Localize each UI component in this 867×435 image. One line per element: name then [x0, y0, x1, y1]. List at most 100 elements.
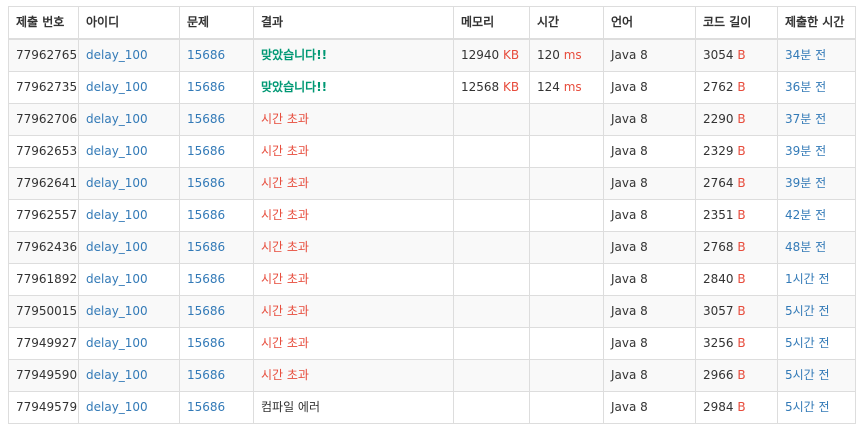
memory-unit: KB [503, 48, 520, 62]
problem-link[interactable]: 15686 [187, 176, 225, 190]
user-link[interactable]: delay_100 [86, 176, 148, 190]
solution-id: 77962557 [16, 208, 78, 222]
memory-cell [453, 295, 530, 328]
problem-link[interactable]: 15686 [187, 208, 225, 222]
language-cell: Java 8 [603, 167, 696, 200]
code-length-cell: 2764 B [695, 167, 778, 200]
problem-link[interactable]: 15686 [187, 368, 225, 382]
header-problem: 문제 [179, 6, 254, 40]
user-link[interactable]: delay_100 [86, 80, 148, 94]
solution-id: 77962436 [16, 240, 78, 254]
problem-link[interactable]: 15686 [187, 144, 225, 158]
submitted-time-link[interactable]: 48분 전 [785, 240, 826, 254]
result-cell: 시간 초과 [253, 199, 454, 232]
code-length-cell: 2762 B [695, 71, 778, 104]
submitted-time-link[interactable]: 42분 전 [785, 208, 826, 222]
user-cell: delay_100 [78, 391, 180, 424]
submitted-cell: 5시간 전 [777, 295, 856, 328]
language-text: Java 8 [611, 336, 648, 350]
user-link[interactable]: delay_100 [86, 112, 148, 126]
code-length-cell: 2768 B [695, 231, 778, 264]
language-cell: Java 8 [603, 391, 696, 424]
user-link[interactable]: delay_100 [86, 336, 148, 350]
submitted-time-link[interactable]: 5시간 전 [785, 304, 830, 318]
submitted-time-link[interactable]: 39분 전 [785, 176, 826, 190]
header-user: 아이디 [78, 6, 180, 40]
result-text: 시간 초과 [261, 176, 309, 190]
time-unit: ms [563, 48, 582, 62]
solution-id: 77962641 [16, 176, 78, 190]
code-length-unit: B [737, 80, 746, 94]
problem-cell: 15686 [179, 391, 254, 424]
code-length-cell: 3256 B [695, 327, 778, 360]
problem-cell: 15686 [179, 103, 254, 136]
solution-id-cell: 77962641 [8, 167, 79, 200]
problem-link[interactable]: 15686 [187, 400, 225, 414]
submitted-cell: 42분 전 [777, 199, 856, 232]
problem-link[interactable]: 15686 [187, 240, 225, 254]
problem-link[interactable]: 15686 [187, 80, 225, 94]
solution-id: 77962765 [16, 48, 78, 62]
code-length-value: 2840 [703, 272, 734, 286]
solution-id-cell: 77949590 [8, 359, 79, 392]
user-link[interactable]: delay_100 [86, 400, 148, 414]
problem-link[interactable]: 15686 [187, 304, 225, 318]
problem-link[interactable]: 15686 [187, 48, 225, 62]
language-cell: Java 8 [603, 135, 696, 168]
result-cell: 시간 초과 [253, 231, 454, 264]
code-length-value: 2768 [703, 240, 734, 254]
user-link[interactable]: delay_100 [86, 368, 148, 382]
submitted-time-link[interactable]: 34분 전 [785, 48, 826, 62]
table-row: 77949927 delay_100 15686 시간 초과 Java 8 3256 B 5… [8, 327, 856, 360]
solution-id-cell: 77962735 [8, 71, 79, 104]
user-link[interactable]: delay_100 [86, 240, 148, 254]
submitted-time-link[interactable]: 37분 전 [785, 112, 826, 126]
memory-cell [453, 167, 530, 200]
user-link[interactable]: delay_100 [86, 208, 148, 222]
user-link[interactable]: delay_100 [86, 304, 148, 318]
user-link[interactable]: delay_100 [86, 272, 148, 286]
code-length-value: 2290 [703, 112, 734, 126]
submitted-time-link[interactable]: 1시간 전 [785, 272, 830, 286]
user-link[interactable]: delay_100 [86, 48, 148, 62]
problem-link[interactable]: 15686 [187, 112, 225, 126]
problem-link[interactable]: 15686 [187, 336, 225, 350]
language-cell: Java 8 [603, 199, 696, 232]
table-row: 77961892 delay_100 15686 시간 초과 Java 8 2840 B 1… [8, 263, 856, 296]
code-length-unit: B [737, 144, 746, 158]
memory-value: 12940 [461, 48, 500, 62]
submitted-time-link[interactable]: 5시간 전 [785, 336, 830, 350]
solution-id: 77949590 [16, 368, 78, 382]
submitted-time-link[interactable]: 5시간 전 [785, 368, 830, 382]
result-text: 시간 초과 [261, 144, 309, 158]
solution-id: 77950015 [16, 304, 78, 318]
language-text: Java 8 [611, 272, 648, 286]
submitted-time-link[interactable]: 5시간 전 [785, 400, 830, 414]
code-length-unit: B [737, 240, 746, 254]
language-cell: Java 8 [603, 327, 696, 360]
code-length-cell: 2840 B [695, 263, 778, 296]
user-cell: delay_100 [78, 167, 180, 200]
submitted-cell: 34분 전 [777, 38, 856, 72]
time-cell [529, 103, 604, 136]
time-value: 120 [537, 48, 560, 62]
problem-link[interactable]: 15686 [187, 272, 225, 286]
result-cell: 시간 초과 [253, 167, 454, 200]
language-text: Java 8 [611, 400, 648, 414]
code-length-cell: 2984 B [695, 391, 778, 424]
memory-cell: 12568 KB [453, 71, 530, 104]
time-cell [529, 359, 604, 392]
time-cell [529, 167, 604, 200]
user-cell: delay_100 [78, 359, 180, 392]
table-row: 77962641 delay_100 15686 시간 초과 Java 8 2764 B 3… [8, 167, 856, 200]
user-cell: delay_100 [78, 38, 180, 72]
time-cell: 124 ms [529, 71, 604, 104]
submitted-time-link[interactable]: 36분 전 [785, 80, 826, 94]
status-table-container: 제출 번호 아이디 문제 결과 메모리 시간 언어 코드 길이 제출한 시간 7… [8, 6, 856, 424]
submitted-time-link[interactable]: 39분 전 [785, 144, 826, 158]
time-cell [529, 231, 604, 264]
user-link[interactable]: delay_100 [86, 144, 148, 158]
memory-cell [453, 135, 530, 168]
result-text: 시간 초과 [261, 208, 309, 222]
memory-cell [453, 327, 530, 360]
